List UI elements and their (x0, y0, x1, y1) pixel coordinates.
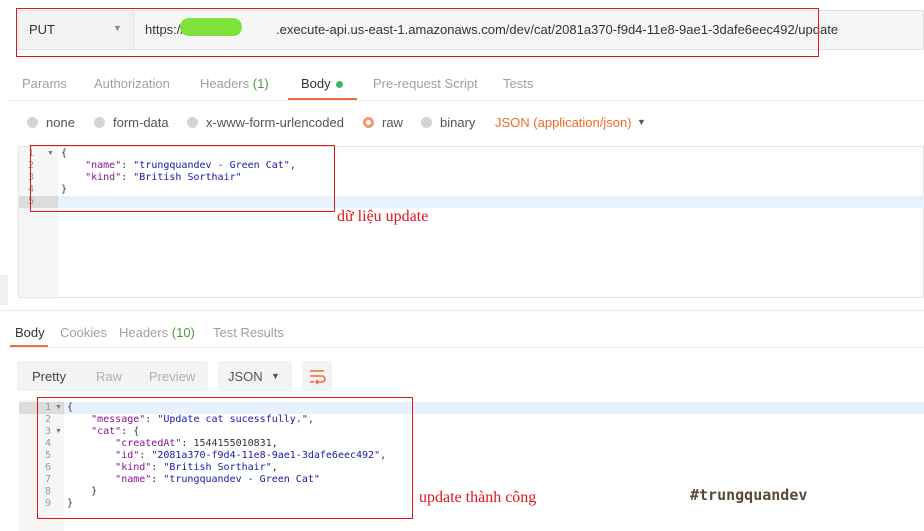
tab-divider (8, 347, 924, 348)
tab-params[interactable]: Params (22, 76, 67, 91)
response-annotation: update thành công (419, 489, 537, 506)
pane-divider[interactable] (0, 310, 924, 311)
radio-none[interactable]: none (27, 115, 75, 130)
tab-pre-request-script[interactable]: Pre-request Script (373, 76, 478, 91)
radio-icon (421, 117, 432, 128)
tab-tests[interactable]: Tests (503, 76, 533, 91)
tab-headers-count: (1) (252, 76, 269, 91)
response-tab-body[interactable]: Body (15, 325, 45, 340)
response-highlight-box (37, 397, 413, 519)
tab-body[interactable]: Body (301, 76, 343, 91)
side-panel-edge (0, 275, 8, 305)
radio-binary[interactable]: binary (421, 115, 475, 130)
active-tab-indicator (288, 98, 357, 100)
response-tab-headers-count: (10) (171, 325, 195, 340)
view-raw-button[interactable]: Raw (96, 369, 122, 384)
chevron-down-icon[interactable]: ▼ (637, 117, 646, 127)
response-tab-test-results[interactable]: Test Results (213, 325, 284, 340)
view-preview-button[interactable]: Preview (149, 369, 195, 384)
format-label: JSON (228, 369, 263, 384)
radio-label: raw (382, 115, 403, 130)
response-tab-cookies[interactable]: Cookies (60, 325, 107, 340)
radio-form-data[interactable]: form-data (94, 115, 169, 130)
content-type-select[interactable]: JSON (application/json) (495, 115, 632, 130)
tab-authorization[interactable]: Authorization (94, 76, 170, 91)
chevron-down-icon: ▼ (271, 371, 280, 381)
wrap-icon (310, 370, 326, 385)
tab-divider (8, 100, 924, 101)
active-tab-indicator (10, 345, 48, 347)
radio-label: none (46, 115, 75, 130)
radio-label: form-data (113, 115, 169, 130)
radio-selected-icon (363, 117, 374, 128)
url-highlight-box (16, 8, 819, 57)
watermark-text: #trungquandev (690, 486, 808, 504)
response-tab-headers-label: Headers (119, 325, 169, 340)
tab-body-label: Body (301, 76, 331, 91)
response-tab-headers[interactable]: Headers (10) (119, 325, 195, 340)
request-annotation: dữ liệu update (337, 208, 429, 225)
radio-icon (187, 117, 198, 128)
radio-icon (27, 117, 38, 128)
view-pretty-button[interactable]: Pretty (32, 369, 66, 384)
radio-icon (94, 117, 105, 128)
radio-raw[interactable]: raw (363, 115, 403, 130)
wrap-lines-button[interactable] (302, 361, 332, 391)
radio-x-www-form-urlencoded[interactable]: x-www-form-urlencoded (187, 115, 344, 130)
tab-headers[interactable]: Headers (1) (200, 76, 269, 91)
request-highlight-box (30, 145, 335, 212)
tab-headers-label: Headers (200, 76, 250, 91)
radio-label: x-www-form-urlencoded (206, 115, 344, 130)
radio-label: binary (440, 115, 476, 130)
modified-dot-icon (335, 81, 343, 89)
